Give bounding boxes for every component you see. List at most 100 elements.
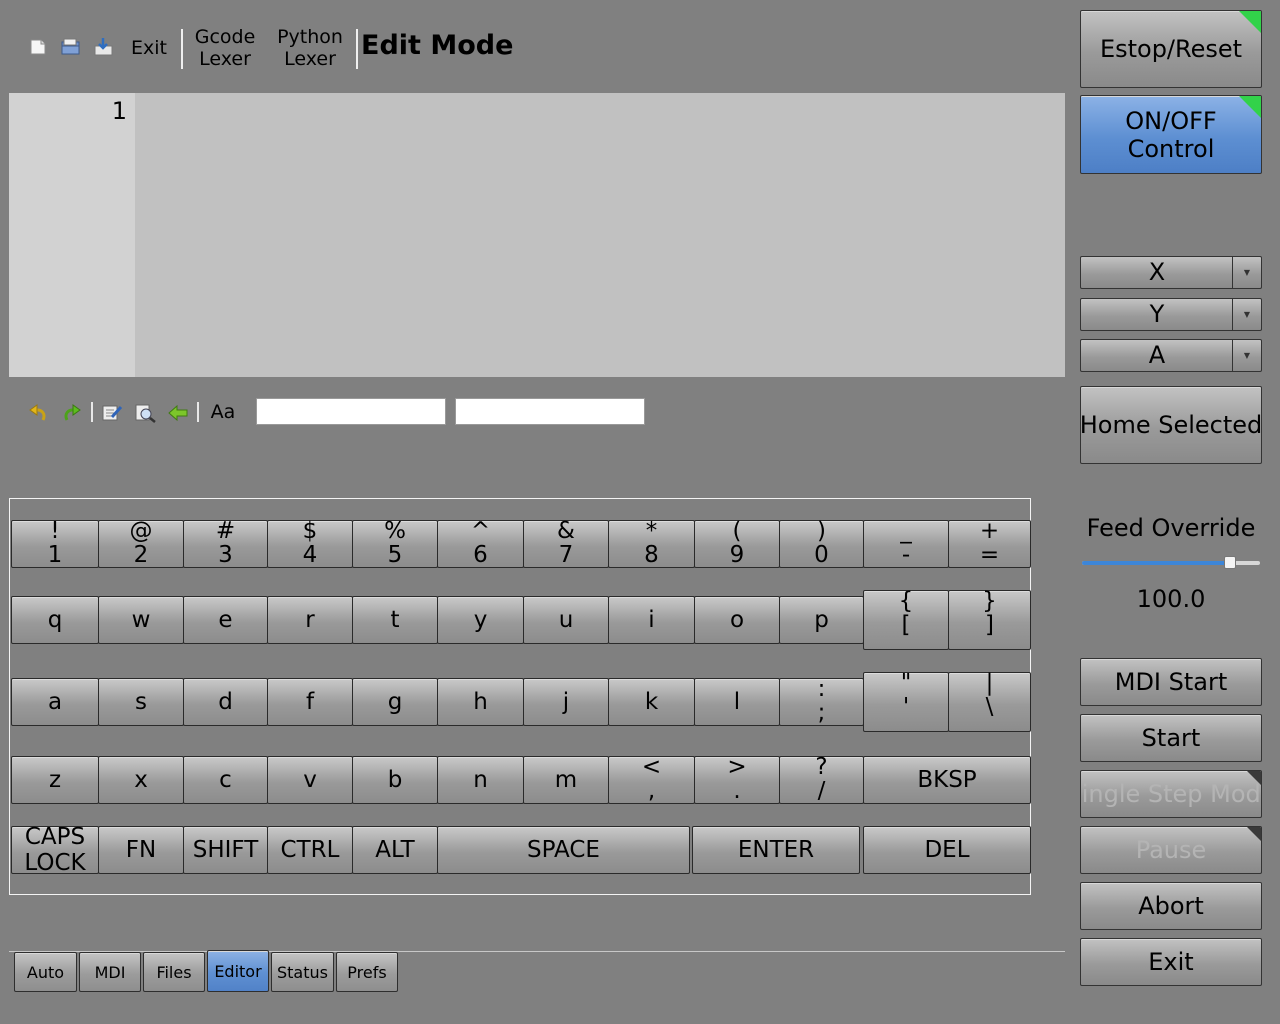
key-m[interactable]: m	[523, 756, 609, 804]
key-space[interactable]: SPACE	[437, 826, 690, 874]
key-comma[interactable]: <,	[608, 755, 695, 804]
single-step-mode-button[interactable]: Single Step Mode	[1080, 770, 1262, 818]
axis-select-a[interactable]: A ▼	[1080, 339, 1262, 372]
key-7[interactable]: & 7	[523, 519, 609, 568]
gcode-lexer-button[interactable]: Gcode Lexer	[190, 26, 260, 70]
key-r[interactable]: r	[267, 596, 353, 644]
tab-status[interactable]: Status	[271, 952, 334, 992]
key-upper: +	[979, 518, 1000, 544]
key-quote[interactable]: " '	[863, 671, 949, 732]
key-2[interactable]: @2	[98, 519, 184, 568]
key-g[interactable]: g	[352, 678, 438, 726]
find-icon[interactable]	[135, 403, 156, 423]
key-right-bracket[interactable]: }]	[948, 589, 1031, 650]
key-5[interactable]: % 5	[352, 519, 438, 568]
previous-match-icon[interactable]	[167, 403, 188, 422]
exit-app-button[interactable]: Exit	[1080, 938, 1262, 986]
tab-auto[interactable]: Auto	[14, 952, 77, 992]
tab-mdi[interactable]: MDI	[79, 952, 141, 992]
chevron-down-icon[interactable]: ▼	[1232, 340, 1261, 371]
save-file-icon[interactable]	[93, 37, 113, 56]
key-semicolon[interactable]: :;	[779, 677, 864, 726]
key-b[interactable]: b	[352, 756, 438, 804]
key-lower: ;	[817, 700, 826, 726]
key-k[interactable]: k	[608, 678, 695, 726]
abort-button[interactable]: Abort	[1080, 882, 1262, 930]
undo-icon[interactable]	[27, 403, 46, 421]
key-t[interactable]: t	[352, 596, 438, 644]
key-l[interactable]: l	[694, 678, 780, 726]
key-c[interactable]: c	[183, 756, 268, 804]
key-w[interactable]: w	[98, 596, 184, 644]
home-selected-button[interactable]: Home Selected	[1080, 386, 1262, 464]
key-e[interactable]: e	[183, 596, 268, 644]
toolbar-separator	[356, 29, 358, 69]
key-ctrl[interactable]: CTRL	[267, 826, 353, 874]
key-a[interactable]: a	[11, 678, 99, 726]
key-i[interactable]: i	[608, 596, 695, 644]
key-h[interactable]: h	[437, 678, 524, 726]
key-q[interactable]: q	[11, 596, 99, 644]
key-d[interactable]: d	[183, 678, 268, 726]
gcode-editor[interactable]: 1	[9, 93, 1065, 377]
match-case-button[interactable]: Aa	[206, 401, 240, 423]
replace-input[interactable]	[455, 398, 645, 425]
status-indicator	[1247, 827, 1261, 841]
axis-select-y[interactable]: Y ▼	[1080, 298, 1262, 331]
exit-button[interactable]: Exit	[128, 37, 170, 59]
key-n[interactable]: n	[437, 756, 524, 804]
key-v[interactable]: v	[267, 756, 353, 804]
key-8[interactable]: * 8	[608, 519, 695, 568]
key-x[interactable]: x	[98, 756, 184, 804]
mdi-start-button[interactable]: MDI Start	[1080, 658, 1262, 706]
gcode-lexer-line1: Gcode	[194, 26, 256, 48]
key-period[interactable]: >.	[694, 755, 780, 804]
key-alt[interactable]: ALT	[352, 826, 438, 874]
tab-editor[interactable]: Editor	[207, 950, 269, 992]
key-equals[interactable]: + =	[948, 518, 1031, 568]
key-caps-lock[interactable]: CAPS LOCK	[11, 824, 99, 876]
key-y[interactable]: y	[437, 596, 524, 644]
on-off-control-button[interactable]: ON/OFF Control	[1080, 95, 1262, 174]
key-f[interactable]: f	[267, 678, 353, 726]
key-minus[interactable]: _ -	[863, 519, 949, 568]
key-1[interactable]: ! 1	[11, 519, 99, 568]
key-3[interactable]: #3	[183, 519, 268, 568]
key-o[interactable]: o	[694, 596, 780, 644]
chevron-down-icon[interactable]: ▼	[1232, 257, 1261, 288]
tab-files[interactable]: Files	[143, 952, 205, 992]
key-z[interactable]: z	[11, 756, 99, 804]
open-file-icon[interactable]	[61, 38, 80, 56]
key-fn[interactable]: FN	[98, 826, 184, 874]
key-s[interactable]: s	[98, 678, 184, 726]
key-0[interactable]: ) 0	[779, 519, 864, 568]
key-p[interactable]: p	[779, 596, 864, 644]
start-button[interactable]: Start	[1080, 714, 1262, 762]
python-lexer-button[interactable]: Python Lexer	[272, 26, 348, 70]
chevron-down-icon[interactable]: ▼	[1232, 299, 1261, 330]
slider-handle[interactable]	[1224, 556, 1236, 569]
single-step-label: Single Step Mode	[1081, 780, 1261, 808]
key-4[interactable]: $4	[267, 518, 353, 568]
key-enter[interactable]: ENTER	[692, 826, 860, 874]
new-file-icon[interactable]	[29, 38, 47, 56]
redo-icon[interactable]	[61, 403, 81, 421]
key-u[interactable]: u	[523, 596, 609, 644]
key-backslash[interactable]: | \	[948, 671, 1031, 732]
key-delete[interactable]: DEL	[863, 826, 1031, 874]
axis-value: A	[1148, 341, 1166, 369]
axis-select-x[interactable]: X ▼	[1080, 256, 1262, 289]
key-upper: $	[302, 518, 318, 544]
pause-button[interactable]: Pause	[1080, 826, 1262, 874]
key-9[interactable]: (9	[694, 519, 780, 568]
key-slash[interactable]: ? /	[779, 755, 864, 804]
key-6[interactable]: ^ 6	[437, 519, 524, 568]
key-j[interactable]: j	[523, 678, 609, 726]
tab-prefs[interactable]: Prefs	[336, 952, 398, 992]
search-input[interactable]	[256, 398, 446, 425]
key-backspace[interactable]: BKSP	[863, 756, 1031, 804]
key-left-bracket[interactable]: {[	[863, 589, 949, 650]
find-replace-icon[interactable]	[102, 403, 123, 421]
key-shift[interactable]: SHIFT	[183, 826, 268, 874]
estop-reset-button[interactable]: Estop/Reset	[1080, 10, 1262, 88]
